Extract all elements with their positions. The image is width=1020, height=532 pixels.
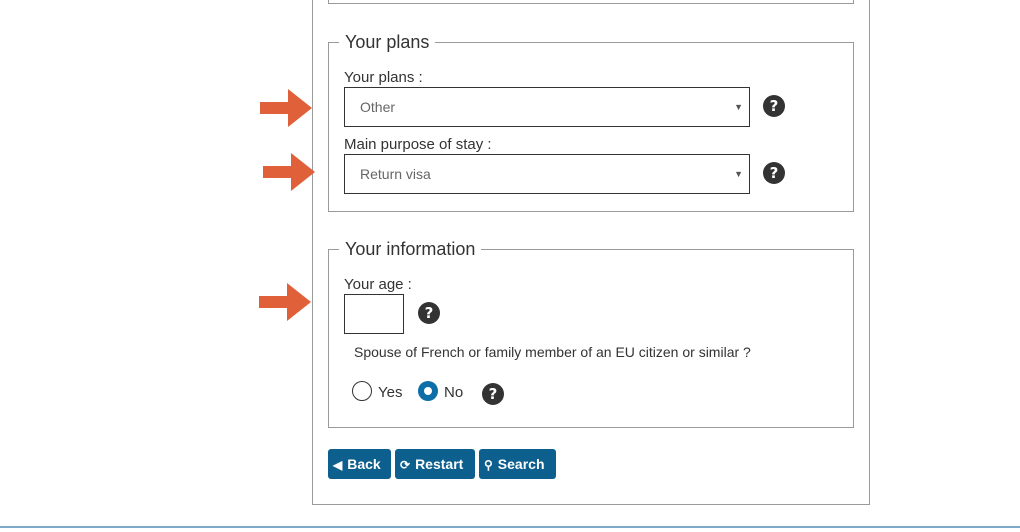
restart-label: Restart bbox=[415, 456, 464, 472]
previous-section-bottom bbox=[328, 0, 854, 4]
restart-button[interactable]: ⟳ Restart bbox=[395, 449, 475, 479]
purpose-select-value: Return visa bbox=[360, 166, 431, 182]
radio-no-label[interactable]: No bbox=[444, 384, 463, 402]
help-icon[interactable]: ? bbox=[418, 302, 440, 324]
restart-icon: ⟳ bbox=[400, 458, 411, 472]
search-button[interactable]: ⚲ Search bbox=[479, 449, 556, 479]
arrow-right-icon bbox=[259, 283, 311, 321]
radio-yes[interactable] bbox=[352, 381, 372, 401]
plans-select[interactable]: Other ▼ bbox=[344, 87, 750, 127]
information-legend: Your information bbox=[339, 238, 482, 260]
help-icon[interactable]: ? bbox=[763, 162, 785, 184]
footer-divider bbox=[0, 526, 1020, 528]
radio-no[interactable] bbox=[418, 381, 438, 401]
help-icon[interactable]: ? bbox=[482, 383, 504, 405]
search-label: Search bbox=[497, 456, 545, 472]
arrow-right-icon bbox=[263, 153, 315, 191]
purpose-select[interactable]: Return visa ▼ bbox=[344, 154, 750, 194]
search-icon: ⚲ bbox=[484, 458, 493, 472]
age-input[interactable] bbox=[344, 294, 404, 334]
chevron-down-icon: ▼ bbox=[734, 169, 743, 179]
spouse-question: Spouse of French or family member of an … bbox=[354, 344, 751, 360]
chevron-down-icon: ▼ bbox=[734, 102, 743, 112]
plans-select-value: Other bbox=[360, 99, 396, 115]
back-button[interactable]: ◀ Back bbox=[328, 449, 391, 479]
plans-legend: Your plans bbox=[339, 31, 436, 53]
age-label: Your age : bbox=[344, 276, 412, 293]
back-label: Back bbox=[347, 456, 381, 472]
arrow-right-icon bbox=[260, 89, 312, 127]
radio-yes-label[interactable]: Yes bbox=[378, 384, 402, 402]
plans-label: Your plans : bbox=[344, 69, 423, 86]
help-icon[interactable]: ? bbox=[763, 95, 785, 117]
purpose-label: Main purpose of stay : bbox=[344, 136, 492, 153]
back-icon: ◀ bbox=[333, 458, 343, 472]
